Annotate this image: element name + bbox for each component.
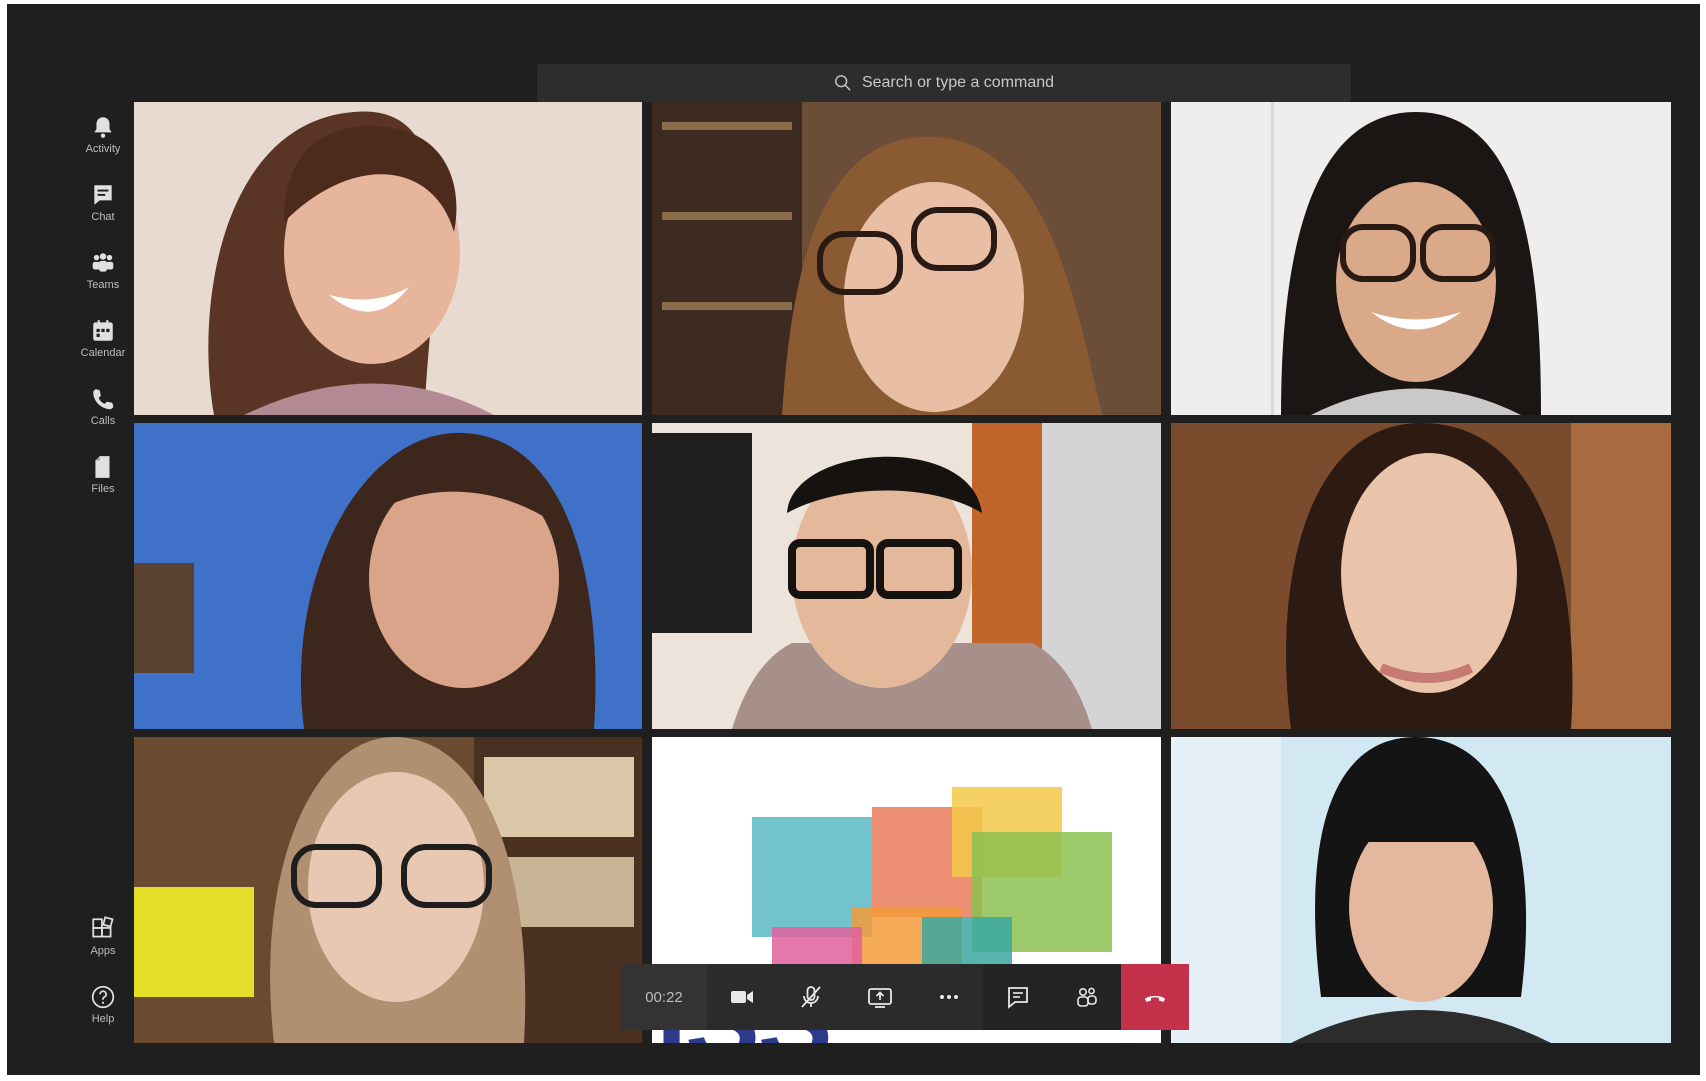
- participants-icon: [1076, 987, 1097, 1007]
- share-screen-button[interactable]: [845, 964, 914, 1030]
- rail-item-chat[interactable]: Chat: [71, 182, 135, 223]
- rail-label-calendar: Calendar: [80, 347, 126, 359]
- participant-video-2: [652, 102, 1161, 415]
- camera-icon: [730, 991, 753, 1003]
- video-tile-3[interactable]: [1171, 102, 1671, 415]
- rail-item-help[interactable]: Help: [71, 984, 135, 1025]
- video-tile-7[interactable]: [134, 737, 642, 1043]
- more-icon: [939, 995, 958, 999]
- rail-item-calls[interactable]: Calls: [71, 386, 135, 427]
- video-tile-4[interactable]: [134, 423, 642, 729]
- video-tile-1[interactable]: [134, 102, 642, 415]
- share-screen-icon: [867, 988, 892, 1008]
- bell-icon: [94, 117, 112, 138]
- participant-video-4: [134, 423, 642, 729]
- rail-label-calls: Calls: [90, 415, 116, 427]
- rail-item-calendar[interactable]: Calendar: [71, 318, 135, 359]
- call-timer: 00:22: [621, 964, 707, 1030]
- video-tile-5[interactable]: [652, 423, 1161, 729]
- mic-off-icon: [800, 986, 821, 1008]
- call-controls-bar: 00:22: [621, 964, 1189, 1030]
- apps-icon: [92, 916, 114, 938]
- hang-up-icon: [1145, 996, 1165, 1002]
- video-tile-9[interactable]: [1171, 737, 1671, 1043]
- rail-item-apps[interactable]: Apps: [71, 916, 135, 957]
- search-placeholder: Search or type a command: [861, 74, 1055, 91]
- hang-up-button[interactable]: [1121, 964, 1189, 1030]
- rail-label-activity: Activity: [85, 143, 121, 155]
- more-options-button[interactable]: [914, 964, 983, 1030]
- teams-window: Search or type a command Activity Chat T…: [7, 4, 1700, 1075]
- calendar-icon: [93, 320, 113, 341]
- rail-label-files: Files: [91, 483, 115, 495]
- show-conversation-button[interactable]: [983, 964, 1052, 1030]
- rail-item-teams[interactable]: Teams: [71, 250, 135, 291]
- phone-icon: [93, 389, 114, 410]
- teams-icon: [92, 253, 114, 272]
- rail-item-files[interactable]: Files: [71, 454, 135, 495]
- rail-label-teams: Teams: [86, 279, 120, 291]
- help-icon: [91, 985, 115, 1009]
- participant-video-6: [1171, 423, 1671, 729]
- rail-label-chat: Chat: [91, 211, 115, 223]
- participant-video-3: [1171, 102, 1671, 415]
- chat-icon: [94, 185, 112, 205]
- rail-label-help: Help: [91, 1013, 115, 1025]
- participant-video-9: [1171, 737, 1671, 1043]
- chat-icon: [1007, 987, 1028, 1009]
- video-tile-6[interactable]: [1171, 423, 1671, 729]
- search-icon: [835, 75, 851, 91]
- participant-video-5: [652, 423, 1161, 729]
- participant-video-7: [134, 737, 642, 1043]
- video-tile-2[interactable]: [652, 102, 1161, 415]
- camera-button[interactable]: [707, 964, 776, 1030]
- search-bar[interactable]: Search or type a command: [537, 64, 1351, 102]
- show-participants-button[interactable]: [1052, 964, 1121, 1030]
- mute-button[interactable]: [776, 964, 845, 1030]
- participant-video-1: [134, 102, 642, 415]
- rail-label-apps: Apps: [90, 945, 116, 957]
- file-icon: [95, 456, 110, 478]
- rail-item-activity[interactable]: Activity: [71, 114, 135, 155]
